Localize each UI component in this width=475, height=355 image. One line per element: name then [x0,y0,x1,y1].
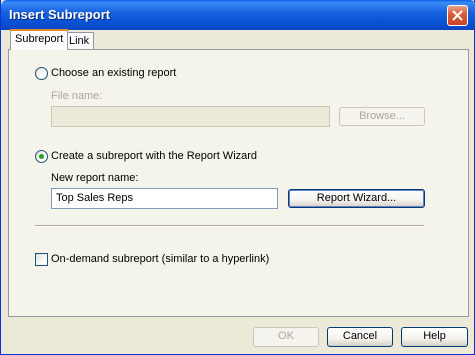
help-button[interactable]: Help [401,327,468,347]
file-name-input[interactable] [51,106,330,127]
tab-subreport-label: Subreport [15,33,64,45]
close-x-icon [452,10,463,21]
tab-link-label: Link [69,35,90,47]
browse-button[interactable]: Browse... [339,107,425,126]
wizard-radio-dot [39,154,44,159]
new-report-name-label: New report name: [51,172,139,184]
file-name-label: File name: [51,90,103,102]
ok-button[interactable]: OK [253,327,319,347]
existing-report-radio[interactable] [35,67,48,80]
existing-report-label[interactable]: Choose an existing report [51,67,176,79]
cancel-button[interactable]: Cancel [327,327,393,347]
close-button[interactable] [447,5,468,26]
tab-subreport[interactable]: Subreport [10,29,69,50]
on-demand-checkbox[interactable] [35,253,48,266]
on-demand-label[interactable]: On-demand subreport (similar to a hyperl… [51,253,269,265]
subreport-tab-panel: Choose an existing report File name: Bro… [8,49,469,317]
wizard-radio[interactable] [35,150,48,163]
wizard-radio-label[interactable]: Create a subreport with the Report Wizar… [51,150,257,162]
divider [35,225,424,227]
title-bar: Insert Subreport [1,0,475,30]
dialog-title: Insert Subreport [9,7,111,22]
report-wizard-button[interactable]: Report Wizard... [288,189,425,208]
new-report-name-input[interactable]: Top Sales Reps [51,188,278,209]
insert-subreport-dialog: Insert Subreport Subreport Link Choose a… [0,0,475,355]
